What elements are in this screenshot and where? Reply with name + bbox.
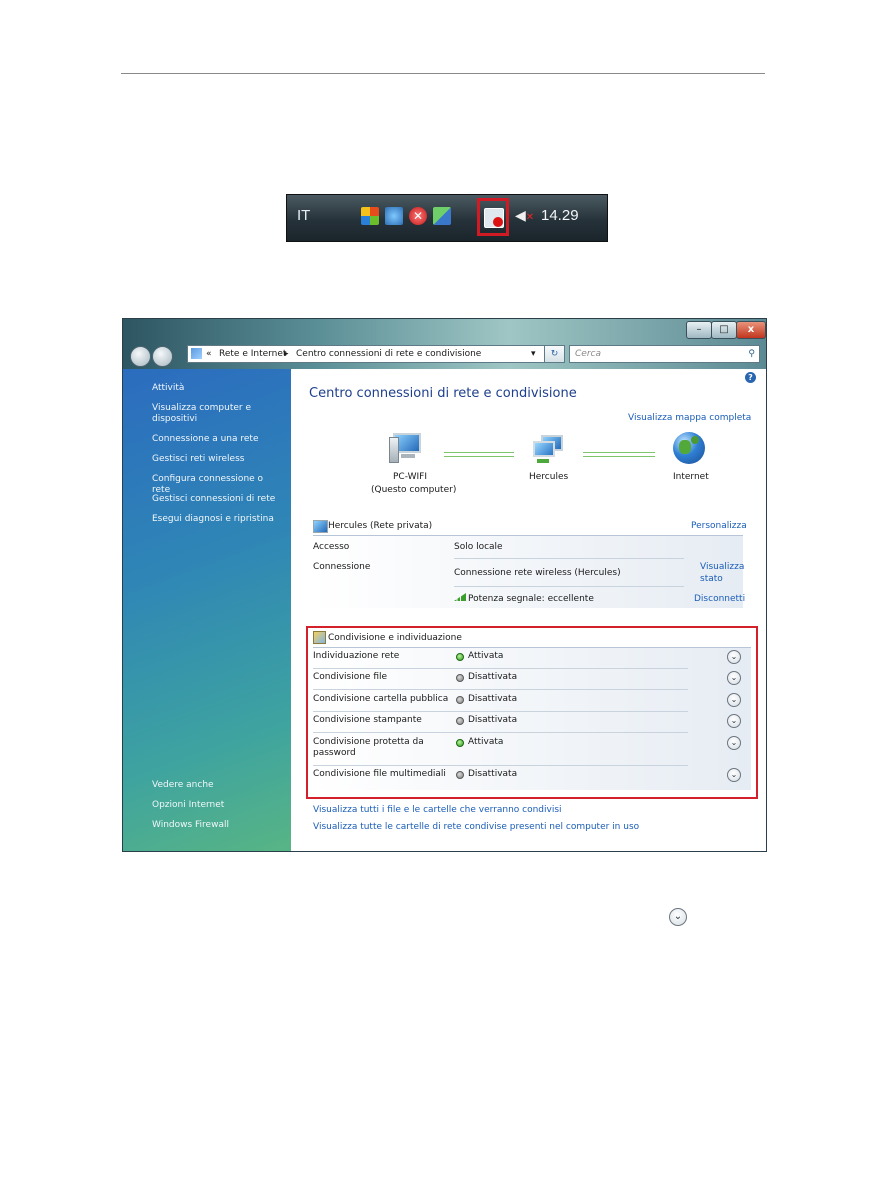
network-status-icon[interactable] bbox=[433, 207, 451, 225]
view-status-link[interactable]: Visualizza bbox=[700, 562, 744, 572]
sharing-row-status: Attivata bbox=[468, 737, 504, 747]
refresh-button[interactable]: ↻ bbox=[544, 345, 565, 363]
connection-line-router-internet bbox=[583, 452, 655, 457]
search-input[interactable]: Cerca ⚲ bbox=[569, 345, 760, 363]
minimize-button[interactable]: – bbox=[686, 321, 712, 339]
sidebar-item-connessione-rete[interactable]: Connessione a una rete bbox=[152, 434, 282, 445]
status-on-icon bbox=[456, 653, 464, 661]
error-shield-icon[interactable]: ✕ bbox=[409, 207, 427, 225]
router-name: Hercules bbox=[529, 472, 569, 482]
sharing-row-label: Condivisione file bbox=[313, 672, 388, 682]
network-folder-icon bbox=[191, 348, 202, 359]
volume-muted-icon[interactable]: ◀✕ bbox=[515, 207, 534, 225]
sharing-icon bbox=[313, 631, 326, 644]
internet-label: Internet bbox=[673, 472, 709, 482]
disconnect-link[interactable]: Disconnetti bbox=[694, 594, 745, 604]
sharing-row-divider bbox=[313, 765, 688, 766]
computer-icon[interactable] bbox=[389, 433, 423, 463]
sharing-row-label: Condivisione file multimediali bbox=[313, 769, 446, 779]
status-off-icon bbox=[456, 717, 464, 725]
sidebar-item-opzioni-internet[interactable]: Opzioni Internet bbox=[152, 800, 282, 811]
connection-line-pc-router bbox=[444, 452, 514, 457]
sharing-row-status: Disattivata bbox=[468, 715, 518, 725]
sharing-title: Condivisione e individuazione bbox=[328, 633, 462, 643]
sidebar-item-reti-wireless[interactable]: Gestisci reti wireless bbox=[152, 454, 282, 465]
signal-strength: Potenza segnale: eccellente bbox=[468, 594, 594, 604]
address-bar[interactable]: « Rete e Internet ▸ Centro connessioni d… bbox=[187, 345, 561, 363]
address-chevron[interactable]: « bbox=[206, 346, 212, 362]
expand-row-button[interactable]: ⌄ bbox=[727, 650, 741, 664]
taskbar-notification-area: IT ✕ ◀✕ 14.29 bbox=[286, 194, 608, 242]
breadcrumb-rete-internet[interactable]: Rete e Internet bbox=[219, 346, 286, 362]
sharing-row-label: Condivisione protetta da password bbox=[313, 737, 424, 758]
title-bar: – □ x « Rete e Internet ▸ Centro conness… bbox=[123, 319, 766, 369]
internet-globe-icon[interactable] bbox=[673, 432, 705, 464]
signal-divider bbox=[454, 586, 684, 587]
status-off-icon bbox=[456, 771, 464, 779]
pc-subtitle: (Questo computer) bbox=[371, 485, 457, 495]
connection-value[interactable]: Connessione rete wireless (Hercules) bbox=[454, 568, 621, 578]
highlight-network-icon bbox=[477, 198, 509, 236]
expand-row-button[interactable]: ⌄ bbox=[727, 671, 741, 685]
connection-divider bbox=[454, 558, 684, 559]
maximize-button[interactable]: □ bbox=[711, 321, 737, 339]
page-header-rule bbox=[121, 73, 765, 74]
back-button[interactable] bbox=[130, 346, 151, 367]
breadcrumb-centro-connessioni[interactable]: Centro connessioni di rete e condivision… bbox=[296, 346, 481, 362]
view-shared-files-link[interactable]: Visualizza tutti i file e le cartelle ch… bbox=[313, 805, 562, 815]
connection-label: Connessione bbox=[313, 562, 371, 572]
expand-chevron-icon: ⌄ bbox=[669, 908, 687, 926]
sidebar-item-visualizza-computer[interactable]: Visualizza computer e dispositivi bbox=[152, 403, 262, 425]
sharing-row-divider bbox=[313, 668, 688, 669]
sharing-row-status: Disattivata bbox=[468, 769, 518, 779]
page-title: Centro connessioni di rete e condivision… bbox=[309, 386, 577, 401]
search-icon[interactable]: ⚲ bbox=[748, 346, 755, 362]
sidebar-see-also-title: Vedere anche bbox=[152, 780, 214, 790]
expand-row-button[interactable]: ⌄ bbox=[727, 768, 741, 782]
router-icon[interactable] bbox=[531, 435, 565, 465]
network-name: Hercules (Rete privata) bbox=[328, 521, 433, 531]
sharing-row-label: Individuazione rete bbox=[313, 651, 400, 661]
clock[interactable]: 14.29 bbox=[541, 207, 579, 224]
address-dropdown-icon[interactable]: ▾ bbox=[531, 346, 536, 362]
sidebar-item-configura[interactable]: Configura connessione o rete bbox=[152, 474, 282, 496]
view-shared-folders-link[interactable]: Visualizza tutte le cartelle di rete con… bbox=[313, 822, 639, 832]
expand-row-button[interactable]: ⌄ bbox=[727, 736, 741, 750]
expand-row-button[interactable]: ⌄ bbox=[727, 714, 741, 728]
forward-button[interactable] bbox=[152, 346, 173, 367]
breadcrumb-separator[interactable]: ▸ bbox=[284, 346, 289, 362]
view-status-link-2[interactable]: stato bbox=[700, 574, 723, 584]
sharing-row-divider bbox=[313, 689, 688, 690]
network-center-window: – □ x « Rete e Internet ▸ Centro conness… bbox=[122, 318, 767, 852]
sidebar-item-gestisci-connessioni[interactable]: Gestisci connessioni di rete bbox=[152, 494, 282, 505]
sidebar-item-windows-firewall[interactable]: Windows Firewall bbox=[152, 820, 282, 831]
customize-link[interactable]: Personalizza bbox=[691, 521, 747, 531]
expand-row-button[interactable]: ⌄ bbox=[727, 693, 741, 707]
sharing-row-status: Disattivata bbox=[468, 672, 518, 682]
close-button[interactable]: x bbox=[736, 321, 766, 339]
status-on-icon bbox=[456, 739, 464, 747]
sharing-row-divider bbox=[313, 711, 688, 712]
sharing-row-divider bbox=[313, 732, 688, 733]
status-off-icon bbox=[456, 696, 464, 704]
status-off-icon bbox=[456, 674, 464, 682]
sidebar-tasks-title: Attività bbox=[152, 383, 185, 393]
network-icon bbox=[313, 520, 328, 533]
sharing-row-label: Condivisione stampante bbox=[313, 715, 422, 725]
view-full-map-link[interactable]: Visualizza mappa completa bbox=[628, 413, 751, 423]
main-content: ? Centro connessioni di rete e condivisi… bbox=[291, 369, 766, 851]
sharing-row-label: Condivisione cartella pubblica bbox=[313, 694, 449, 704]
sidebar: Attività Visualizza computer e dispositi… bbox=[123, 369, 291, 851]
search-placeholder: Cerca bbox=[575, 349, 601, 359]
messenger-icon[interactable] bbox=[385, 207, 403, 225]
access-value: Solo locale bbox=[454, 542, 503, 552]
pc-name: PC-WIFI bbox=[393, 472, 427, 482]
sharing-row-status: Disattivata bbox=[468, 694, 518, 704]
language-indicator[interactable]: IT bbox=[297, 207, 310, 224]
access-label: Accesso bbox=[313, 542, 350, 552]
sharing-row-status: Attivata bbox=[468, 651, 504, 661]
windows-update-icon[interactable] bbox=[361, 207, 379, 225]
help-icon[interactable]: ? bbox=[745, 372, 756, 383]
sidebar-item-diagnosi[interactable]: Esegui diagnosi e ripristina bbox=[152, 514, 282, 525]
